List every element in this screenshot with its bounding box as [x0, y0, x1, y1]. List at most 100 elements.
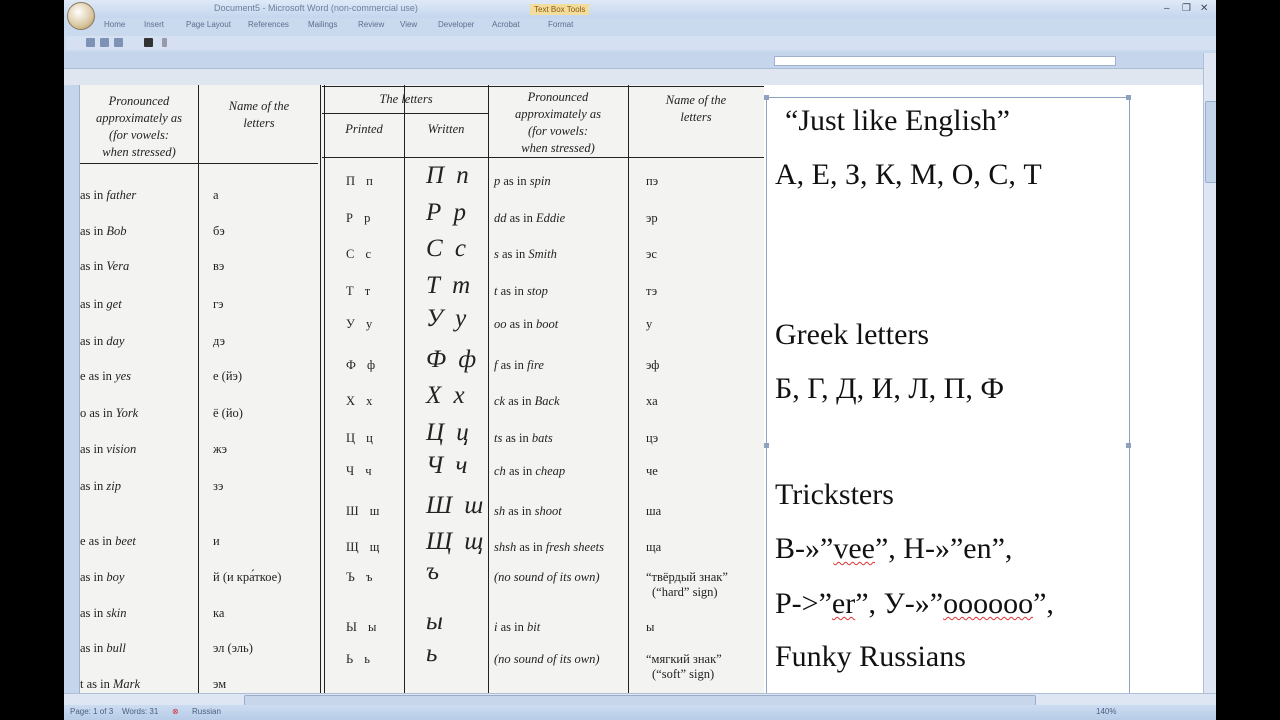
- sound-connector: as in: [505, 394, 535, 408]
- tab-references[interactable]: References: [248, 20, 289, 29]
- tab-insert[interactable]: Insert: [144, 20, 164, 29]
- tab-home[interactable]: Home: [104, 20, 125, 29]
- close-button[interactable]: ✕: [1200, 3, 1208, 14]
- word-count[interactable]: Words: 31: [122, 707, 158, 716]
- document-page[interactable]: Pronounced approximately as (for vowels: wh…: [80, 85, 1207, 693]
- greek-letters-line[interactable]: Б, Г, Д, И, Л, П, Ф: [775, 372, 1004, 406]
- chevron-down-icon[interactable]: [162, 38, 167, 47]
- sound-example-word: day: [106, 334, 125, 348]
- table-column-rule: [198, 85, 199, 693]
- misspelled-word[interactable]: er: [832, 587, 855, 620]
- sound-connector: as in: [516, 540, 546, 554]
- sound-prefix: as in: [80, 334, 107, 348]
- right-sound-cell: ck as in Back: [494, 394, 560, 409]
- proofing-icon[interactable]: ⊗: [172, 707, 179, 716]
- restore-button[interactable]: ❐: [1182, 3, 1191, 14]
- greek-heading[interactable]: Greek letters: [775, 318, 929, 352]
- header-pronounced: when stressed): [102, 145, 176, 159]
- sound-example-word: get: [106, 297, 122, 311]
- misspelled-word[interactable]: vee: [833, 532, 875, 565]
- left-letter-name-cell: а: [213, 188, 219, 202]
- print-icon[interactable]: [114, 38, 123, 47]
- printed-letter-cell: Т т: [346, 284, 371, 298]
- funky-russians-line[interactable]: Funky Russians: [775, 640, 966, 674]
- written-letter-cell: Ш ш: [426, 492, 484, 519]
- right-sound-cell: i as in bit: [494, 620, 540, 635]
- right-sound-cell: t as in stop: [494, 284, 548, 299]
- resize-handle[interactable]: [1126, 443, 1131, 448]
- header-pronounced: approximately as: [96, 111, 182, 125]
- printed-letter-cell: Ь ь: [346, 652, 371, 666]
- right-letter-name-cell: ы: [646, 620, 655, 634]
- zoom-level[interactable]: 140%: [1096, 707, 1116, 716]
- page-count[interactable]: Page: 1 of 3: [70, 707, 113, 716]
- ruler-active-area[interactable]: [774, 56, 1116, 66]
- trickster-line-2[interactable]: Р->”er”, У-»”oooooo”,: [775, 587, 1054, 621]
- right-sound-cell: ts as in bats: [494, 431, 553, 446]
- written-letter-cell: ь: [426, 640, 438, 667]
- resize-handle[interactable]: [1126, 95, 1131, 100]
- textbox-title[interactable]: “Just like English”: [785, 104, 1010, 138]
- sound-prefix: o as in: [80, 406, 116, 420]
- vertical-scrollbar[interactable]: [1203, 53, 1216, 693]
- trickster-line-1[interactable]: В-»”vee”, Н-»”en”,: [775, 532, 1012, 566]
- sound-example-word: York: [115, 406, 139, 420]
- left-letter-name-cell: эм: [213, 677, 227, 691]
- tricksters-heading[interactable]: Tricksters: [775, 478, 894, 512]
- vertical-scroll-thumb[interactable]: [1205, 101, 1216, 183]
- right-sound-cell: p as in spin: [494, 174, 551, 189]
- document-title: Document5 - Microsoft Word (non-commerci…: [214, 3, 418, 13]
- sound-example-word: fresh sheets: [545, 540, 604, 554]
- sound-example-word: skin: [106, 606, 127, 620]
- tab-review[interactable]: Review: [358, 20, 384, 29]
- tab-acrobat[interactable]: Acrobat: [492, 20, 520, 29]
- context-tab-text-box-tools[interactable]: Text Box Tools: [530, 4, 590, 15]
- header-the-letters: The letters: [379, 92, 433, 106]
- tab-format[interactable]: Format: [548, 20, 573, 29]
- right-letter-name-cell: у: [646, 317, 653, 331]
- header-pronounced: when stressed): [521, 141, 595, 155]
- sound-example-word: bit: [527, 620, 541, 634]
- office-button[interactable]: [67, 2, 95, 30]
- vertical-ruler[interactable]: [64, 85, 80, 693]
- right-sound-cell: f as in fire: [494, 358, 544, 373]
- text-box[interactable]: “Just like English” А, Е, З, К, М, О, С,…: [764, 95, 1131, 693]
- table-header-rule: [80, 163, 318, 164]
- header-printed: Printed: [345, 122, 383, 136]
- left-sound-cell: as in Bob: [80, 224, 127, 239]
- title-bar: Document5 - Microsoft Word (non-commerci…: [64, 0, 1216, 18]
- horizontal-ruler[interactable]: [64, 52, 1216, 69]
- cut-icon[interactable]: [144, 38, 153, 47]
- sound-example-word: boot: [536, 317, 559, 331]
- open-icon[interactable]: [100, 38, 109, 47]
- save-icon[interactable]: [86, 38, 95, 47]
- sound-connector: as in: [498, 247, 529, 261]
- tab-mailings[interactable]: Mailings: [308, 20, 337, 29]
- table-column-rule: [488, 85, 489, 693]
- right-sound-cell: shsh as in fresh sheets: [494, 540, 604, 555]
- printed-letter-cell: Ч ч: [346, 464, 372, 478]
- sound-prefix: as in: [80, 297, 107, 311]
- tab-page-layout[interactable]: Page Layout: [186, 20, 231, 29]
- header-letter-name: letters: [243, 116, 275, 130]
- left-letter-name-cell: гэ: [213, 297, 224, 311]
- left-sound-cell: e as in beet: [80, 534, 136, 549]
- left-letter-name-cell: бэ: [213, 224, 225, 238]
- printed-letter-cell: Ы ы: [346, 620, 377, 634]
- right-letter-name-note: (“hard” sign): [652, 585, 718, 599]
- same-letters-line[interactable]: А, Е, З, К, М, О, С, Т: [775, 158, 1042, 192]
- resize-handle[interactable]: [764, 95, 769, 100]
- minimize-button[interactable]: –: [1164, 3, 1170, 14]
- tab-developer[interactable]: Developer: [438, 20, 474, 29]
- sound-letters: shsh: [494, 540, 517, 554]
- resize-handle[interactable]: [764, 443, 769, 448]
- status-bar: Page: 1 of 3 Words: 31 ⊗ Russian 140%: [64, 705, 1216, 720]
- misspelled-word[interactable]: oooooo: [943, 587, 1033, 620]
- printed-letter-cell: Ъ ъ: [346, 570, 373, 584]
- written-letter-cell: Ч ч: [426, 452, 468, 479]
- sound-example-word: Bob: [106, 224, 127, 238]
- right-sound-cell: (no sound of its own): [494, 570, 600, 585]
- tab-view[interactable]: View: [400, 20, 417, 29]
- language-indicator[interactable]: Russian: [192, 707, 221, 716]
- sound-letters: oo: [494, 317, 507, 331]
